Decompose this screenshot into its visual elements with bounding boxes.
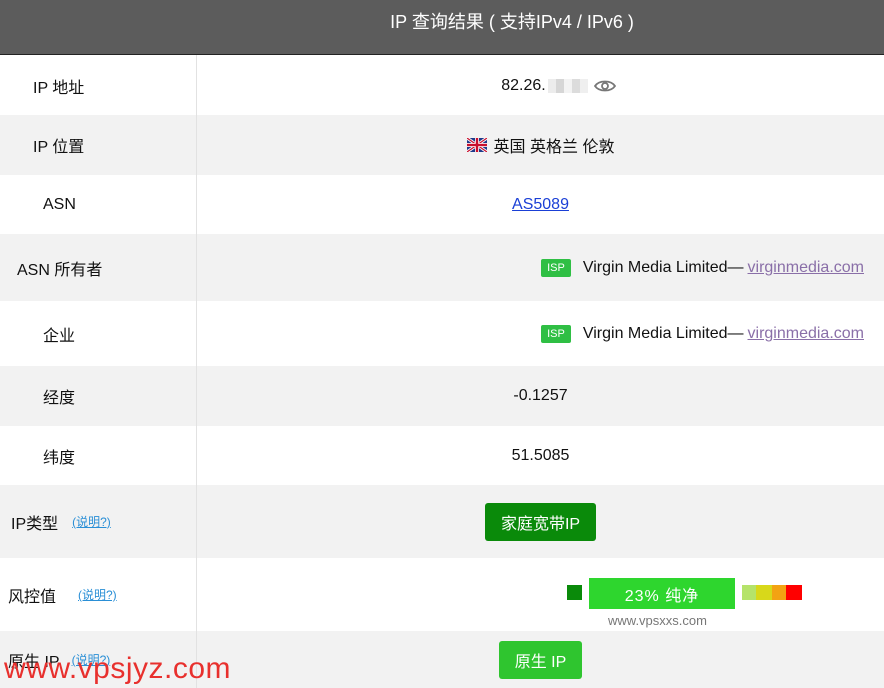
row-risk-score: 风控值 (说明?) 23% 纯净 www.vpsxxs.com: [0, 558, 884, 631]
risk-scale-segment: [786, 585, 802, 600]
asn-owner-label: ASN 所有者: [17, 261, 103, 279]
asn-owner-name: Virgin Media Limited—: [582, 258, 744, 276]
row-latitude: 纬度 51.5085: [0, 426, 884, 485]
longitude-value: -0.1257: [513, 387, 568, 404]
asn-link[interactable]: AS5089: [512, 196, 569, 214]
page-title: IP 查询结果 ( 支持IPv4 / IPv6 ): [390, 12, 634, 32]
company-value: ISP Virgin Media Limited— virginmedia.co…: [541, 301, 864, 366]
ip-type-value: 家庭宽带IP: [197, 485, 884, 558]
column-divider: [196, 55, 197, 688]
company-name: Virgin Media Limited—: [582, 324, 744, 342]
native-ip-badge: 原生 IP: [498, 640, 583, 679]
asn-value: AS5089: [197, 175, 884, 234]
asn-label: ASN: [43, 195, 76, 213]
longitude-label: 经度: [43, 390, 76, 407]
risk-scale-segment: [772, 585, 786, 600]
ip-address-text: 82.26.: [501, 76, 546, 94]
risk-indicator-square: [567, 585, 582, 600]
asn-owner-value: ISP Virgin Media Limited— virginmedia.co…: [541, 234, 864, 301]
company-site-link[interactable]: virginmedia.com: [748, 325, 864, 343]
row-ip-location: IP 位置 英国 英格兰 伦敦: [0, 115, 884, 175]
ip-address-value: 82.26.: [197, 56, 884, 115]
isp-badge: ISP: [541, 324, 571, 343]
uk-flag-icon: [465, 136, 488, 154]
row-company: 企业 ISP Virgin Media Limited— virginmedia…: [0, 301, 884, 366]
ip-type-label: IP类型: [11, 515, 59, 533]
isp-badge: ISP: [541, 258, 571, 277]
ip-address-label: IP 地址: [33, 79, 85, 97]
ip-type-label-group: IP类型 (说明?): [11, 485, 111, 558]
risk-help-link[interactable]: (说明?): [78, 586, 117, 603]
watermark-text: www.vpsjyz.com: [4, 652, 232, 685]
risk-score-bar: 23% 纯净: [589, 578, 735, 609]
ip-type-badge: 家庭宽带IP: [484, 502, 597, 541]
latitude-label: 纬度: [43, 449, 76, 467]
results-header: IP 查询结果 ( 支持IPv4 / IPv6 ): [0, 0, 884, 55]
ip-location-value: 英国 英格兰 伦敦: [197, 115, 884, 175]
risk-scale-segment: [756, 585, 772, 600]
row-longitude: 经度 -0.1257: [0, 366, 884, 426]
row-ip-type: IP类型 (说明?) 家庭宽带IP: [0, 485, 884, 558]
native-ip-value: 原生 IP: [197, 631, 884, 688]
company-label: 企业: [43, 327, 76, 345]
masked-ip-segment: [547, 78, 588, 93]
latitude-value: 51.5085: [511, 446, 570, 464]
ip-lookup-page: IP 查询结果 ( 支持IPv4 / IPv6 ) IP 地址 82.26. I…: [0, 0, 884, 688]
ip-type-help-link[interactable]: (说明?): [72, 513, 111, 530]
asn-owner-site-link[interactable]: virginmedia.com: [748, 259, 864, 277]
row-asn-owner: ASN 所有者 ISP Virgin Media Limited— virgin…: [0, 234, 884, 301]
risk-label: 风控值: [8, 588, 57, 606]
risk-caption: www.vpsxxs.com: [608, 613, 707, 628]
risk-scale-segment: [742, 585, 756, 600]
row-ip-address: IP 地址 82.26.: [0, 56, 884, 115]
row-asn: ASN AS5089: [0, 175, 884, 234]
eye-icon[interactable]: [593, 79, 616, 93]
risk-scale: [742, 585, 802, 600]
risk-label-group: 风控值 (说明?): [8, 558, 117, 631]
ip-location-label: IP 位置: [33, 139, 85, 156]
ip-location-text: 英国 英格兰 伦敦: [493, 139, 615, 156]
